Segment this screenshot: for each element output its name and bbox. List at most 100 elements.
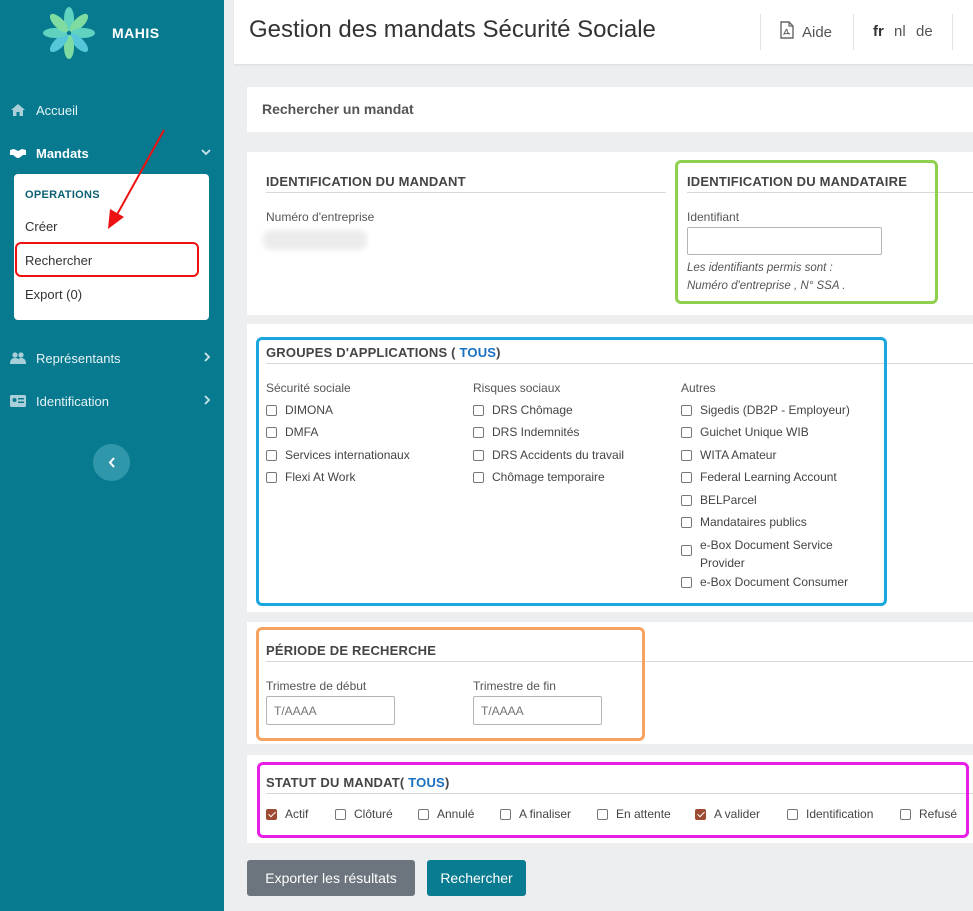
checkbox-box[interactable]: [473, 427, 484, 438]
identifier-input[interactable]: [687, 227, 882, 255]
checkbox-label: Annulé: [437, 807, 475, 821]
start-quarter-input[interactable]: [266, 696, 395, 725]
checkbox-services-internationaux[interactable]: Services internationaux: [266, 448, 410, 462]
sidebar-item-representants[interactable]: Représentants: [10, 346, 215, 370]
checkbox-sigedis[interactable]: Sigedis (DB2P - Employeur): [681, 403, 850, 417]
submenu-item-rechercher[interactable]: Rechercher: [25, 253, 92, 268]
checkbox-federal-learning-account[interactable]: Federal Learning Account: [681, 470, 837, 484]
brand-logo[interactable]: MAHIS: [40, 4, 210, 62]
checkbox-box[interactable]: [266, 405, 277, 416]
status-title: STATUT DU MANDAT( TOUS ): [266, 775, 449, 790]
column-title-risques-sociaux: Risques sociaux: [473, 381, 561, 395]
status-a-finaliser[interactable]: A finaliser: [500, 807, 571, 821]
help-link[interactable]: Aide: [780, 21, 832, 43]
checkbox-box[interactable]: [681, 427, 692, 438]
checkbox-box[interactable]: [597, 809, 608, 820]
checkbox-guichet-unique[interactable]: Guichet Unique WIB: [681, 425, 809, 439]
checkbox-dimona[interactable]: DIMONA: [266, 403, 333, 417]
checkbox-ebox-consumer[interactable]: e-Box Document Consumer: [681, 575, 848, 589]
flower-logo-icon: [43, 7, 95, 59]
status-actif[interactable]: Actif: [266, 807, 308, 821]
submenu-item-export[interactable]: Export (0): [25, 287, 82, 302]
checkbox-box[interactable]: [266, 809, 277, 820]
collapse-sidebar-button[interactable]: [93, 444, 130, 481]
lang-nl[interactable]: nl: [894, 23, 906, 40]
status-select-all-link[interactable]: TOUS: [408, 775, 445, 790]
checkbox-mandataires-publics[interactable]: Mandataires publics: [681, 515, 807, 529]
groups-title-close: ): [496, 345, 501, 360]
checkbox-box[interactable]: [681, 495, 692, 506]
checkbox-label: Actif: [285, 807, 309, 821]
submenu-item-creer[interactable]: Créer: [25, 219, 58, 234]
checkbox-dmfa[interactable]: DMFA: [266, 425, 318, 439]
status-a-valider[interactable]: A valider: [695, 807, 760, 821]
lang-de[interactable]: de: [916, 23, 933, 40]
checkbox-box[interactable]: [266, 450, 277, 461]
status-identification[interactable]: Identification: [787, 807, 873, 821]
header-divider: [853, 14, 854, 50]
status-annule[interactable]: Annulé: [418, 807, 474, 821]
checkbox-label: DRS Chômage: [492, 403, 573, 417]
checkbox-ebox-service-provider[interactable]: e-Box Document Service Provider: [681, 536, 833, 572]
mandataire-title: IDENTIFICATION DU MANDATAIRE: [687, 174, 908, 189]
checkbox-drs-chomage[interactable]: DRS Chômage: [473, 403, 573, 417]
checkbox-box[interactable]: [681, 472, 692, 483]
search-period-panel: PÉRIODE DE RECHERCHE Trimestre de début …: [247, 622, 973, 744]
application-groups-panel: GROUPES D'APPLICATIONS ( TOUS ) Sécurité…: [247, 324, 973, 612]
home-icon: [10, 103, 26, 117]
checkbox-box[interactable]: [266, 427, 277, 438]
groups-title-text: GROUPES D'APPLICATIONS (: [266, 345, 460, 360]
checkbox-box[interactable]: [418, 809, 429, 820]
checkbox-chomage-temporaire[interactable]: Chômage temporaire: [473, 470, 605, 484]
groups-select-all-link[interactable]: TOUS: [459, 345, 496, 360]
header-divider: [760, 14, 761, 50]
checkbox-label: DIMONA: [285, 403, 333, 417]
column-title-securite-sociale: Sécurité sociale: [266, 381, 351, 395]
checkbox-label: Chômage temporaire: [492, 470, 605, 484]
checkbox-box[interactable]: [473, 450, 484, 461]
checkbox-box[interactable]: [681, 577, 692, 588]
sidebar-item-accueil[interactable]: Accueil: [10, 98, 215, 122]
checkbox-box[interactable]: [266, 472, 277, 483]
checkbox-box[interactable]: [473, 405, 484, 416]
sidebar-item-label: Accueil: [36, 102, 78, 118]
users-icon: [10, 351, 26, 365]
checkbox-flexi-at-work[interactable]: Flexi At Work: [266, 470, 355, 484]
checkbox-label: e-Box Document Consumer: [700, 575, 849, 589]
page-title: Gestion des mandats Sécurité Sociale: [249, 16, 656, 43]
checkbox-box[interactable]: [681, 545, 692, 556]
search-title: Rechercher un mandat: [262, 101, 414, 117]
status-en-attente[interactable]: En attente: [597, 807, 671, 821]
sidebar-item-identification[interactable]: Identification: [10, 389, 215, 413]
checkbox-label: Sigedis (DB2P - Employeur): [700, 403, 850, 417]
checkbox-box[interactable]: [473, 472, 484, 483]
checkbox-box[interactable]: [681, 450, 692, 461]
checkbox-label: En attente: [616, 807, 671, 821]
status-refuse[interactable]: Refusé: [900, 807, 957, 821]
checkbox-box[interactable]: [900, 809, 911, 820]
checkbox-box[interactable]: [500, 809, 511, 820]
checkbox-label: Services internationaux: [285, 448, 410, 462]
checkbox-label: Refusé: [919, 807, 958, 821]
groups-title: GROUPES D'APPLICATIONS ( TOUS ): [266, 345, 501, 360]
checkbox-drs-accidents[interactable]: DRS Accidents du travail: [473, 448, 624, 462]
column-title-autres: Autres: [681, 381, 716, 395]
checkbox-box[interactable]: [695, 809, 706, 820]
divider: [266, 363, 973, 364]
search-button[interactable]: Rechercher: [427, 860, 526, 896]
checkbox-box[interactable]: [681, 405, 692, 416]
checkbox-box[interactable]: [335, 809, 346, 820]
checkbox-label: Federal Learning Account: [700, 470, 837, 484]
export-results-button[interactable]: Exporter les résultats: [247, 860, 415, 896]
checkbox-label: e-Box Document Service Provider: [700, 536, 833, 572]
lang-fr[interactable]: fr: [873, 23, 884, 40]
checkbox-drs-indemnites[interactable]: DRS Indemnités: [473, 425, 579, 439]
mandate-status-panel: STATUT DU MANDAT( TOUS ) Actif Clôturé A…: [247, 755, 973, 843]
help-label: Aide: [802, 23, 833, 41]
end-quarter-input[interactable]: [473, 696, 602, 725]
checkbox-belparcel[interactable]: BELParcel: [681, 493, 757, 507]
checkbox-box[interactable]: [681, 517, 692, 528]
checkbox-wita-amateur[interactable]: WITA Amateur: [681, 448, 776, 462]
checkbox-box[interactable]: [787, 809, 798, 820]
status-cloture[interactable]: Clôturé: [335, 807, 393, 821]
